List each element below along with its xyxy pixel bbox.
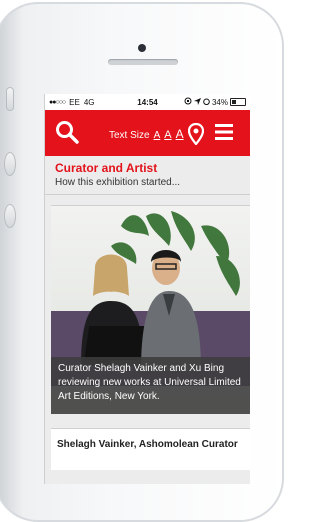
earpiece-speaker bbox=[108, 59, 178, 65]
next-card-title: Shelagh Vainker, Ashomolean Curator bbox=[57, 439, 238, 450]
network-type: 4G bbox=[83, 97, 95, 107]
signal-indicator: ●●○○○ bbox=[49, 98, 66, 106]
phone-screen: ●●○○○ EE 4G 14:54 34% Text Size A A A Cu… bbox=[44, 94, 250, 484]
text-size-small-button[interactable]: A bbox=[154, 130, 161, 141]
volume-down-button bbox=[4, 204, 16, 228]
phone-body: ●●○○○ EE 4G 14:54 34% Text Size A A A Cu… bbox=[0, 2, 284, 522]
section-subtitle: How this exhibition started... bbox=[55, 177, 181, 188]
status-right-group: 34% bbox=[184, 97, 246, 107]
mute-switch bbox=[6, 87, 14, 111]
text-size-label: Text Size bbox=[109, 130, 150, 141]
front-camera bbox=[138, 44, 146, 52]
battery-icon bbox=[230, 98, 246, 106]
content-area: Curator and Artist How this exhibition s… bbox=[45, 156, 250, 470]
battery-percent: 34% bbox=[211, 97, 228, 107]
carrier-name: EE bbox=[69, 97, 80, 107]
app-header: Text Size A A A bbox=[45, 110, 250, 156]
map-pin-icon[interactable] bbox=[187, 122, 205, 146]
section-title: Curator and Artist bbox=[55, 161, 158, 175]
rotation-lock-icon bbox=[184, 97, 192, 107]
photo-caption: Curator Shelagh Vainker and Xu Bing revi… bbox=[51, 357, 250, 414]
alarm-icon bbox=[203, 98, 210, 107]
volume-up-button bbox=[4, 152, 16, 176]
exhibition-photo[interactable]: Curator Shelagh Vainker and Xu Bing revi… bbox=[51, 206, 250, 414]
text-size-large-button[interactable]: A bbox=[176, 127, 184, 141]
person-right bbox=[141, 250, 201, 371]
location-arrow-icon bbox=[193, 97, 201, 107]
text-size-medium-button[interactable]: A bbox=[164, 129, 171, 141]
status-bar: ●●○○○ EE 4G 14:54 34% bbox=[45, 94, 250, 110]
media-card[interactable]: Curator Shelagh Vainker and Xu Bing revi… bbox=[51, 205, 250, 414]
menu-icon[interactable] bbox=[215, 123, 233, 141]
section-header: Curator and Artist How this exhibition s… bbox=[45, 156, 250, 195]
battery-fill bbox=[232, 100, 236, 104]
next-card[interactable]: Shelagh Vainker, Ashomolean Curator bbox=[51, 428, 250, 470]
text-size-control: Text Size A A A bbox=[109, 127, 184, 141]
search-icon[interactable] bbox=[55, 120, 79, 144]
